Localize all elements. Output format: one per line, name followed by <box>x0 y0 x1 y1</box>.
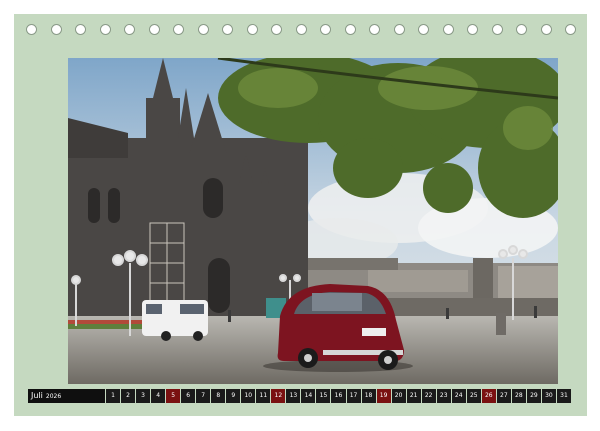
calendar-page <box>14 14 587 416</box>
day-cell: 15 <box>316 389 331 403</box>
binding-hole <box>320 24 331 35</box>
day-cell: 22 <box>421 389 436 403</box>
photo-illustration <box>68 58 558 384</box>
binding-holes <box>26 24 576 38</box>
binding-hole <box>99 24 111 35</box>
binding-hole <box>540 24 552 35</box>
day-cell: 30 <box>541 389 556 403</box>
day-cell: 7 <box>196 389 211 403</box>
calendar-strip: Juli 2026 1 2 3 4 5 6 7 8 9 10 11 12 13 14 15 16 17 18 19 20… <box>28 389 571 403</box>
binding-hole <box>467 24 478 35</box>
day-cell: 2 <box>121 389 136 403</box>
day-cell: 14 <box>301 389 316 403</box>
binding-hole <box>75 24 86 35</box>
day-cell: 20 <box>391 389 406 403</box>
month-label: Juli 2026 <box>28 389 105 403</box>
day-cell: 6 <box>181 389 196 403</box>
day-cell: 29 <box>526 389 541 403</box>
month-name: Juli <box>31 391 43 400</box>
calendar-photo <box>68 58 558 384</box>
white-van <box>142 300 208 341</box>
binding-hole <box>222 24 233 35</box>
binding-hole <box>418 24 429 35</box>
year-label: 2026 <box>45 393 62 400</box>
day-cell: 27 <box>496 389 511 403</box>
binding-hole <box>516 24 527 35</box>
day-cell-sunday: 12 <box>271 389 286 403</box>
binding-hole <box>344 24 356 35</box>
day-cell: 4 <box>151 389 166 403</box>
day-cell: 23 <box>436 389 451 403</box>
day-cell: 8 <box>211 389 226 403</box>
day-cell: 10 <box>241 389 256 403</box>
binding-hole <box>491 24 503 35</box>
binding-hole <box>369 24 380 35</box>
binding-hole <box>173 24 184 35</box>
day-cell: 11 <box>256 389 271 403</box>
binding-hole <box>246 24 258 35</box>
binding-hole <box>148 24 160 35</box>
day-cell: 3 <box>136 389 151 403</box>
day-cell: 25 <box>466 389 481 403</box>
day-cell: 13 <box>286 389 301 403</box>
binding-hole <box>393 24 405 35</box>
bin <box>496 313 506 335</box>
day-cell: 16 <box>331 389 346 403</box>
day-cell-sunday: 26 <box>481 389 496 403</box>
day-cell: 31 <box>556 389 571 403</box>
binding-hole <box>565 24 576 35</box>
day-cell: 9 <box>226 389 241 403</box>
day-cell: 24 <box>451 389 466 403</box>
binding-hole <box>197 24 209 35</box>
day-cell: 1 <box>106 389 121 403</box>
day-cell: 21 <box>406 389 421 403</box>
binding-hole <box>26 24 37 35</box>
binding-hole <box>442 24 454 35</box>
binding-hole <box>50 24 62 35</box>
day-cell: 28 <box>511 389 526 403</box>
day-cell: 18 <box>361 389 376 403</box>
day-cell: 17 <box>346 389 361 403</box>
binding-hole <box>124 24 135 35</box>
day-cell-sunday: 5 <box>166 389 181 403</box>
binding-hole <box>271 24 282 35</box>
binding-hole <box>295 24 307 35</box>
day-cell-sunday: 19 <box>376 389 391 403</box>
